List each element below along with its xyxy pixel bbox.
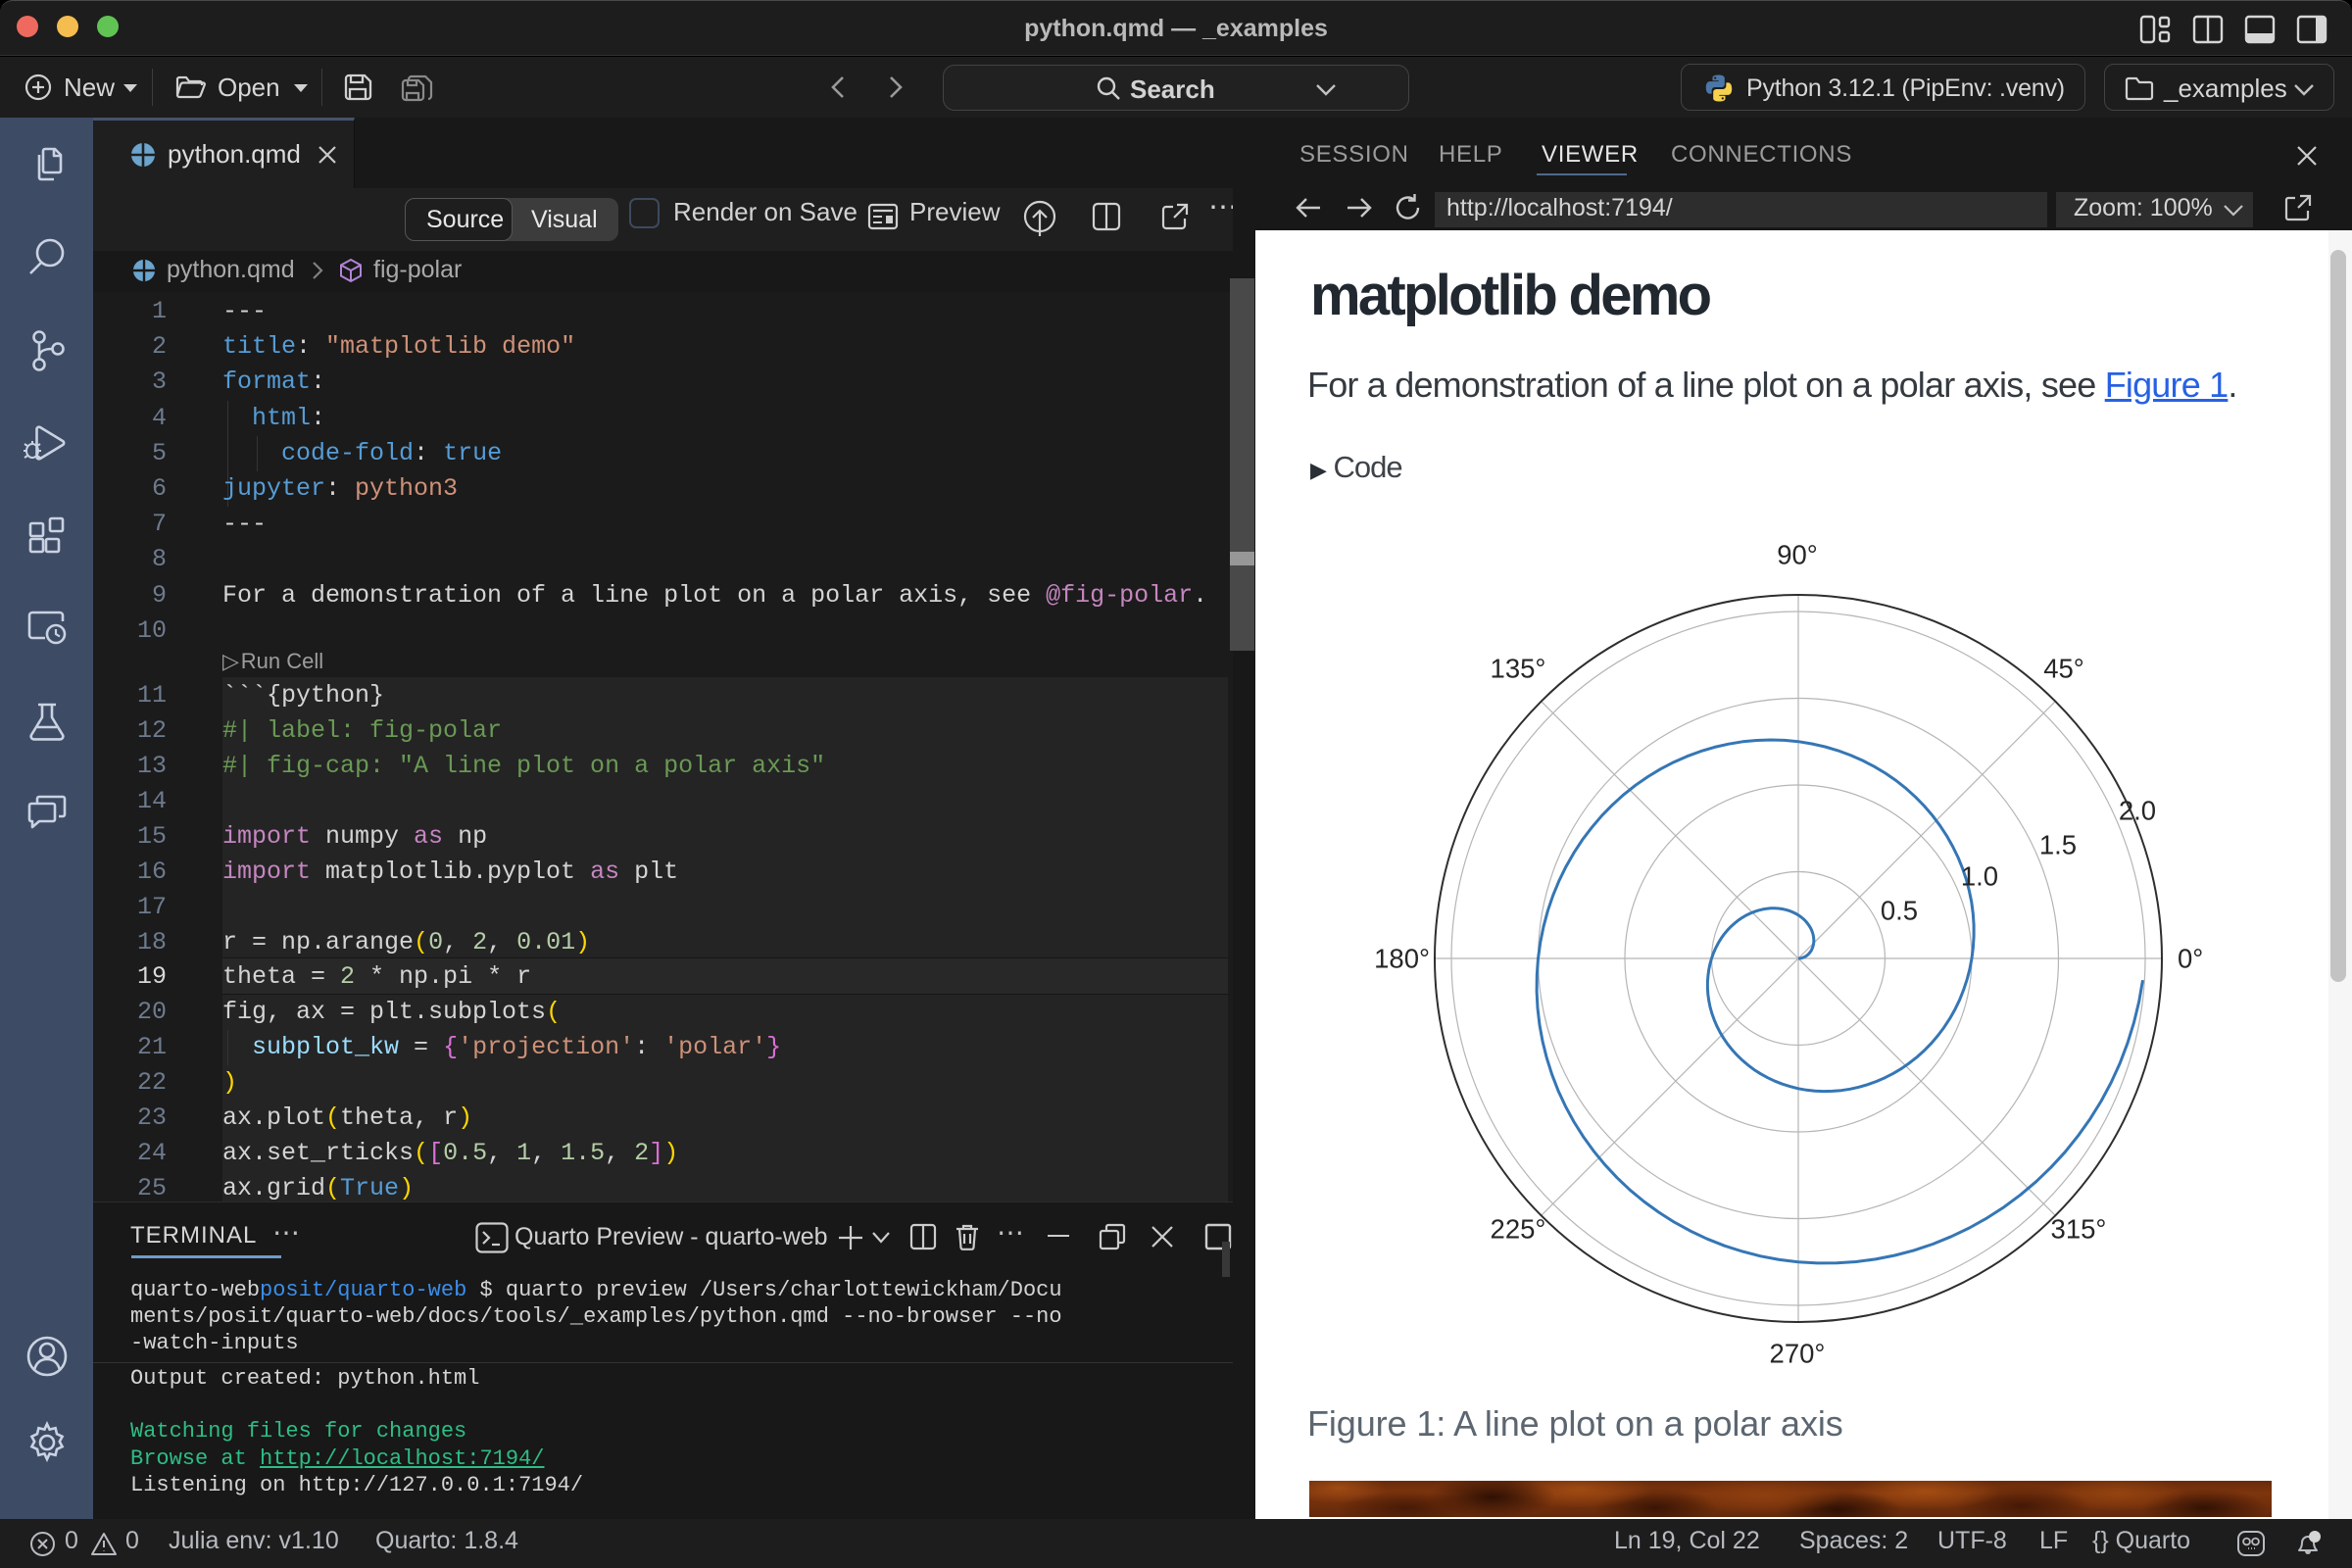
svg-text:315°: 315° <box>2051 1214 2107 1245</box>
svg-text:0°: 0° <box>2178 944 2203 974</box>
svg-text:225°: 225° <box>1491 1214 1546 1245</box>
svg-text:1.5: 1.5 <box>2039 830 2077 860</box>
svg-text:135°: 135° <box>1491 654 1546 684</box>
svg-text:45°: 45° <box>2043 654 2084 684</box>
svg-text:180°: 180° <box>1374 944 1430 974</box>
svg-text:0.5: 0.5 <box>1881 896 1918 926</box>
svg-text:270°: 270° <box>1770 1339 1826 1369</box>
svg-text:90°: 90° <box>1777 540 1818 570</box>
svg-text:2.0: 2.0 <box>2119 796 2156 826</box>
svg-text:1.0: 1.0 <box>1961 861 1998 892</box>
